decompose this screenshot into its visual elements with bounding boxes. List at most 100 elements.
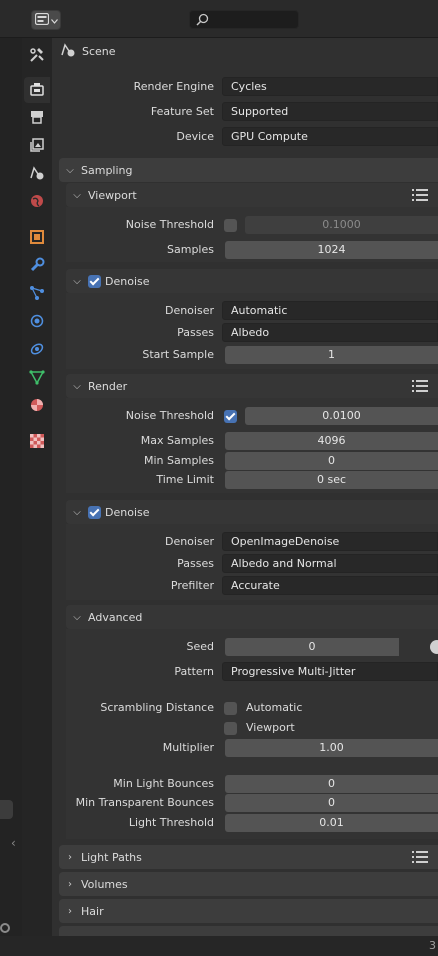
advanced-title: Advanced	[88, 610, 143, 624]
viewport-passes-dropdown[interactable]: Albedo	[222, 323, 438, 342]
hair-panel-header[interactable]: › Hair	[59, 899, 438, 923]
time-limit-label: Time Limit	[156, 473, 214, 486]
viewport-noise-threshold-field[interactable]: 0.1000	[245, 216, 438, 234]
constraints-icon	[29, 341, 45, 360]
feature-set-dropdown[interactable]: Supported	[222, 102, 438, 121]
tab-constraints[interactable]	[24, 337, 50, 363]
render-passes-dropdown[interactable]: Albedo and Normal	[222, 554, 438, 573]
scrambling-automatic-checkbox[interactable]	[224, 702, 237, 715]
tab-output[interactable]	[24, 105, 50, 131]
min-transparent-bounces-field[interactable]: 0	[225, 794, 438, 812]
chevron-right-icon: ›	[68, 878, 72, 890]
chevron-down-icon: ⌵	[73, 611, 81, 623]
chevron-down-icon: ⌵	[66, 164, 74, 176]
presets-list-icon[interactable]	[412, 851, 428, 866]
tab-material[interactable]	[24, 393, 50, 419]
chevron-down-icon: ⌵	[73, 275, 81, 287]
viewport-denoiser-label: Denoiser	[164, 304, 214, 317]
render-denoise-title: Denoise	[105, 505, 150, 519]
min-samples-field[interactable]: 0	[225, 452, 438, 470]
pattern-dropdown[interactable]: Progressive Multi-Jitter	[222, 662, 438, 681]
chevron-down-icon: ⌵	[73, 380, 81, 392]
tab-view-layer[interactable]	[24, 133, 50, 159]
editor-type-button[interactable]	[31, 10, 61, 30]
presets-list-icon[interactable]	[412, 189, 428, 204]
viewport-samples-field[interactable]: 1024	[225, 241, 438, 259]
scrambling-viewport-label: Viewport	[246, 721, 295, 734]
presets-list-icon[interactable]	[412, 380, 428, 395]
tab-modifiers[interactable]	[24, 253, 50, 279]
scrambling-distance-label: Scrambling Distance	[100, 701, 214, 714]
physics-icon	[29, 313, 45, 332]
output-icon	[29, 109, 45, 128]
tab-particles[interactable]	[24, 281, 50, 307]
particles-icon	[29, 285, 45, 304]
max-samples-label: Max Samples	[140, 434, 214, 447]
chevron-right-icon: ›	[68, 905, 72, 917]
collapsed-region-handle[interactable]	[0, 800, 13, 819]
multiplier-field[interactable]: 1.00	[225, 739, 438, 757]
min-samples-label: Min Samples	[144, 454, 214, 467]
render-engine-dropdown[interactable]: Cycles	[222, 77, 438, 96]
seed-use-animated-toggle[interactable]	[430, 640, 438, 654]
tab-tool[interactable]	[24, 43, 50, 69]
sampling-panel-header[interactable]: ⌵ Sampling	[59, 158, 438, 182]
tab-object[interactable]	[24, 225, 50, 251]
tab-physics[interactable]	[24, 309, 50, 335]
viewport-subpanel-header[interactable]: ⌵ Viewport	[66, 183, 438, 207]
status-bar: 3	[0, 936, 438, 956]
viewport-denoise-checkbox[interactable]	[88, 274, 101, 288]
render-subpanel-header[interactable]: ⌵ Render	[66, 374, 438, 398]
chevron-left-icon[interactable]: ‹	[11, 836, 16, 850]
hair-title: Hair	[81, 904, 104, 918]
scene-icon	[60, 42, 76, 61]
render-noise-threshold-label: Noise Threshold	[125, 409, 214, 422]
tab-texture[interactable]	[24, 429, 50, 455]
sampling-title: Sampling	[81, 163, 133, 177]
time-limit-field[interactable]: 0 sec	[225, 471, 438, 489]
viewport-samples-label: Samples	[167, 243, 214, 256]
viewport-denoise-subpanel-header[interactable]: ⌵ Denoise	[66, 269, 438, 293]
feature-set-label: Feature Set	[150, 105, 214, 118]
chevron-right-icon: ›	[68, 851, 72, 863]
render-noise-threshold-field[interactable]: 0.0100	[245, 407, 438, 425]
prefilter-dropdown[interactable]: Accurate	[222, 576, 438, 595]
device-dropdown[interactable]: GPU Compute	[222, 127, 438, 146]
viewport-noise-threshold-checkbox[interactable]	[224, 219, 237, 232]
min-light-bounces-field[interactable]: 0	[225, 775, 438, 793]
scene-icon	[29, 165, 45, 184]
render-denoiser-dropdown[interactable]: OpenImageDenoise	[222, 532, 438, 551]
light-paths-panel-header[interactable]: › Light Paths	[59, 845, 438, 869]
render-passes-label: Passes	[177, 557, 214, 570]
render-engine-label: Render Engine	[133, 80, 214, 93]
viewport-start-sample-label: Start Sample	[142, 348, 214, 361]
mesh-data-icon	[29, 369, 45, 388]
render-icon	[29, 81, 45, 100]
status-text: 3	[429, 939, 436, 952]
advanced-subpanel-header[interactable]: ⌵ Advanced	[66, 605, 438, 629]
tab-data[interactable]	[24, 365, 50, 391]
tab-scene[interactable]	[24, 161, 50, 187]
next-panel-header-partial[interactable]: ›	[59, 926, 438, 936]
min-transparent-bounces-label: Min Transparent Bounces	[75, 796, 214, 809]
pattern-label: Pattern	[174, 665, 214, 678]
seed-field[interactable]: 0	[225, 638, 399, 656]
light-threshold-field[interactable]: 0.01	[225, 814, 438, 832]
scroll-handle[interactable]	[0, 923, 10, 933]
context-breadcrumb: Scene	[60, 42, 116, 60]
scrambling-viewport-checkbox[interactable]	[224, 722, 237, 735]
world-icon	[29, 193, 45, 212]
tab-world[interactable]	[24, 189, 50, 215]
volumes-panel-header[interactable]: › Volumes	[59, 872, 438, 896]
prefilter-label: Prefilter	[170, 579, 214, 592]
tab-render[interactable]	[24, 77, 50, 103]
render-denoise-subpanel-header[interactable]: ⌵ Denoise	[66, 500, 438, 524]
render-denoise-checkbox[interactable]	[88, 505, 101, 519]
render-noise-threshold-checkbox[interactable]	[224, 410, 237, 423]
chevron-down-icon: ⌵	[73, 189, 81, 201]
texture-icon	[29, 433, 45, 452]
max-samples-field[interactable]: 4096	[225, 432, 438, 450]
viewport-start-sample-field[interactable]: 1	[225, 346, 438, 364]
viewport-denoiser-dropdown[interactable]: Automatic	[222, 301, 438, 320]
search-input[interactable]	[189, 10, 299, 29]
